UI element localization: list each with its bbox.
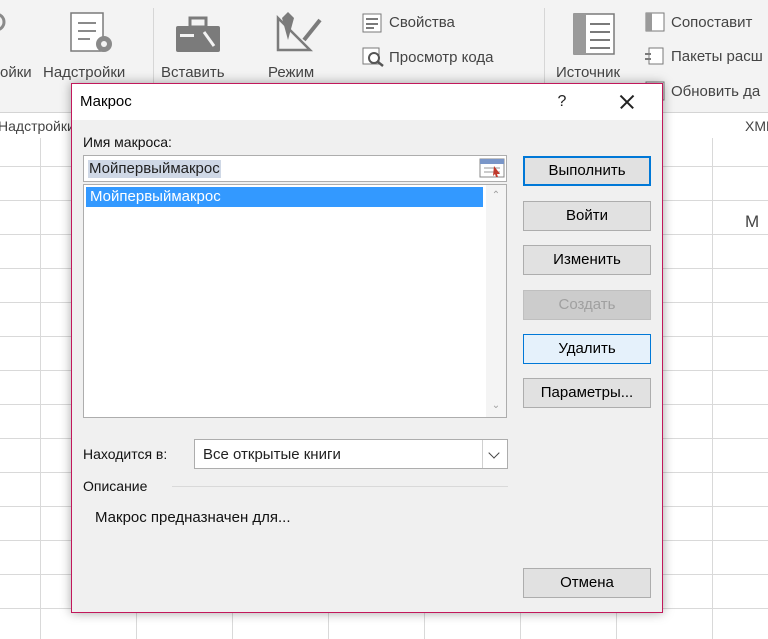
macro-dialog: Макрос ? Имя макроса: Мойпервыймакрос Мо… <box>71 83 663 613</box>
options-button[interactable]: Параметры... <box>523 378 651 408</box>
create-button[interactable]: Создать <box>523 290 651 320</box>
location-select[interactable]: Все открытые книги <box>194 439 508 469</box>
group-label-xml: XML <box>745 118 768 134</box>
column-header-m[interactable]: M <box>745 212 759 232</box>
view-code-icon <box>362 47 384 67</box>
cancel-button[interactable]: Отмена <box>523 568 651 598</box>
location-value: Все открытые книги <box>203 446 341 463</box>
ribbon-refresh-data-button[interactable]: Обновить да <box>671 83 760 100</box>
collapse-dialog-icon[interactable] <box>478 156 506 180</box>
description-label: Описание <box>83 478 148 494</box>
macro-name-value[interactable]: Мойпервыймакрос <box>88 160 221 178</box>
scroll-down-icon[interactable]: ⌄ <box>486 397 506 415</box>
chevron-down-icon[interactable] <box>482 440 507 468</box>
run-button[interactable]: Выполнить <box>523 156 651 186</box>
description-text: Макрос предназначен для... <box>95 509 291 526</box>
close-icon[interactable] <box>612 88 642 116</box>
ribbon-addins-button[interactable]: Надстройки <box>43 64 125 81</box>
ribbon-expansion-packs-button[interactable]: Пакеты расш <box>671 48 763 65</box>
gear-icon <box>0 13 6 31</box>
toolbox-icon <box>176 16 220 52</box>
addins-icon <box>70 12 112 52</box>
macro-list[interactable]: Мойпервыймакрос ⌃ ⌄ <box>83 184 507 418</box>
list-scrollbar[interactable]: ⌃ ⌄ <box>486 185 506 417</box>
ribbon-addins-partial[interactable]: ойки <box>0 64 32 81</box>
ribbon-source-button[interactable]: Источник <box>556 64 620 81</box>
group-label-addins: Надстройки <box>0 118 75 134</box>
step-into-button[interactable]: Войти <box>523 201 651 231</box>
dialog-title: Макрос <box>80 93 132 110</box>
dialog-titlebar[interactable]: Макрос ? <box>72 84 662 120</box>
xml-source-icon <box>573 13 615 55</box>
ribbon-map-properties-button[interactable]: Сопоставит <box>671 14 752 31</box>
list-item[interactable]: Мойпервыймакрос <box>86 187 483 207</box>
macro-name-label: Имя макроса: <box>83 134 172 150</box>
description-divider <box>172 486 508 487</box>
ribbon-design-mode-button[interactable]: Режим <box>268 64 314 81</box>
map-properties-icon <box>645 12 665 32</box>
design-mode-icon <box>276 12 322 52</box>
expansion-packs-icon <box>645 47 664 65</box>
ribbon-insert-button[interactable]: Вставить <box>161 64 225 81</box>
help-button[interactable]: ? <box>549 88 575 116</box>
macro-name-input[interactable]: Мойпервыймакрос <box>83 155 507 182</box>
ribbon-view-code-button[interactable]: Просмотр кода <box>389 49 494 66</box>
edit-button[interactable]: Изменить <box>523 245 651 275</box>
properties-icon <box>362 13 382 33</box>
scroll-up-icon[interactable]: ⌃ <box>486 187 506 205</box>
ribbon-properties-button[interactable]: Свойства <box>389 14 455 31</box>
location-label: Находится в: <box>83 446 168 462</box>
delete-button[interactable]: Удалить <box>523 334 651 364</box>
